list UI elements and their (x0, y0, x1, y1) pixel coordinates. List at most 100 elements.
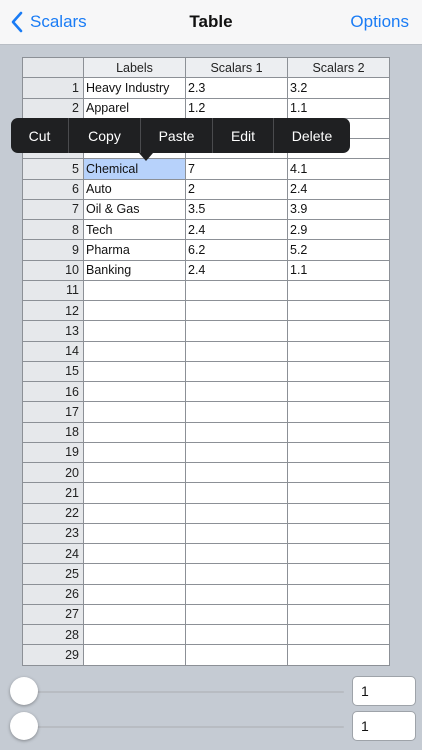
row-number[interactable]: 23 (22, 522, 84, 545)
table-cell[interactable] (185, 299, 288, 322)
table-cell[interactable]: 5.2 (287, 239, 390, 261)
column-header[interactable]: Scalars 1 (185, 56, 288, 79)
table-cell[interactable] (185, 583, 288, 605)
table-cell[interactable] (287, 644, 390, 666)
table-cell[interactable] (287, 522, 390, 545)
table-cell[interactable] (287, 482, 390, 504)
table-cell[interactable]: Auto (83, 178, 186, 200)
row-number[interactable]: 14 (22, 340, 84, 362)
table-cell[interactable]: 2 (185, 178, 288, 200)
slider-thumb[interactable] (10, 712, 38, 740)
table-cell[interactable]: 3.2 (287, 77, 390, 99)
row-number[interactable]: 18 (22, 421, 84, 443)
table-cell[interactable] (287, 441, 390, 464)
table-cell[interactable]: 4.1 (287, 158, 390, 180)
row-number[interactable]: 15 (22, 360, 84, 383)
table-cell[interactable] (185, 441, 288, 464)
row-number[interactable]: 21 (22, 482, 84, 504)
table-cell[interactable] (287, 279, 390, 302)
slider-value-field[interactable]: 1 (352, 711, 416, 741)
row-number[interactable]: 6 (22, 178, 84, 200)
table-cell[interactable] (83, 461, 186, 484)
table-cell[interactable] (185, 644, 288, 666)
table-cell[interactable]: 7 (185, 158, 288, 180)
table-cell[interactable] (287, 320, 390, 342)
table-cell[interactable] (83, 522, 186, 545)
table-cell[interactable] (287, 401, 390, 423)
table-cell[interactable]: 3.5 (185, 198, 288, 221)
row-number[interactable]: 22 (22, 502, 84, 524)
table-cell[interactable]: Tech (83, 218, 186, 241)
copy-menu-item[interactable]: Copy (68, 118, 140, 153)
table-cell[interactable]: Heavy Industry (83, 77, 186, 99)
table-cell[interactable]: 2.9 (287, 218, 390, 241)
edit-menu-item[interactable]: Edit (212, 118, 273, 153)
table-cell[interactable] (185, 522, 288, 545)
column-header[interactable]: Scalars 2 (287, 56, 390, 79)
row-number[interactable]: 11 (22, 279, 84, 302)
table-cell[interactable]: 2.3 (185, 77, 288, 99)
slider-track[interactable] (24, 691, 344, 693)
table-cell[interactable] (83, 542, 186, 565)
table-cell[interactable]: 2.4 (287, 178, 390, 200)
table-cell[interactable] (287, 583, 390, 605)
table-cell[interactable] (83, 299, 186, 322)
table-cell[interactable]: 2.4 (185, 259, 288, 281)
table-cell[interactable] (185, 542, 288, 565)
table-cell[interactable] (83, 644, 186, 666)
table-cell[interactable] (83, 502, 186, 524)
row-number[interactable]: 27 (22, 603, 84, 626)
row-number[interactable]: 2 (22, 97, 84, 119)
table-cell[interactable] (185, 502, 288, 524)
table-cell[interactable] (287, 340, 390, 362)
table-cell[interactable]: Chemical (83, 158, 186, 180)
table-cell[interactable] (287, 299, 390, 322)
row-number[interactable]: 8 (22, 218, 84, 241)
row-number[interactable]: 26 (22, 583, 84, 605)
table-cell[interactable]: 1.2 (185, 97, 288, 119)
row-number[interactable]: 17 (22, 401, 84, 423)
options-button[interactable]: Options (350, 12, 409, 32)
table-cell[interactable]: Oil & Gas (83, 198, 186, 221)
table-cell[interactable] (185, 623, 288, 646)
table-cell[interactable] (83, 583, 186, 605)
table-cell[interactable] (83, 421, 186, 443)
row-number[interactable]: 9 (22, 239, 84, 261)
row-number[interactable]: 7 (22, 198, 84, 221)
row-number[interactable]: 12 (22, 299, 84, 322)
table-cell[interactable]: Apparel (83, 97, 186, 119)
table-cell[interactable] (83, 482, 186, 504)
paste-menu-item[interactable]: Paste (140, 118, 212, 153)
table-cell[interactable] (185, 603, 288, 626)
column-header[interactable]: Labels (83, 56, 186, 79)
table-cell[interactable] (287, 603, 390, 626)
table-cell[interactable] (287, 380, 390, 403)
table-cell[interactable] (287, 360, 390, 383)
table-cell[interactable]: 3.9 (287, 198, 390, 221)
row-number[interactable]: 28 (22, 623, 84, 646)
table-cell[interactable] (185, 279, 288, 302)
table-cell[interactable] (287, 563, 390, 585)
table-cell[interactable] (83, 441, 186, 464)
table-cell[interactable] (287, 502, 390, 524)
table-cell[interactable] (185, 421, 288, 443)
row-number[interactable]: 10 (22, 259, 84, 281)
table-cell[interactable] (185, 401, 288, 423)
table-cell[interactable] (185, 482, 288, 504)
table-cell[interactable] (83, 340, 186, 362)
table-cell[interactable]: Banking (83, 259, 186, 281)
slider-track[interactable] (24, 726, 344, 728)
row-number[interactable]: 5 (22, 158, 84, 180)
table-cell[interactable] (185, 320, 288, 342)
table-cell[interactable] (83, 320, 186, 342)
table-cell[interactable] (287, 461, 390, 484)
table-cell[interactable] (185, 380, 288, 403)
table-cell[interactable] (83, 563, 186, 585)
row-number[interactable]: 29 (22, 644, 84, 666)
table-cell[interactable] (287, 421, 390, 443)
row-number[interactable]: 25 (22, 563, 84, 585)
table-cell[interactable] (287, 542, 390, 565)
slider-value-field[interactable]: 1 (352, 676, 416, 706)
table-cell[interactable]: Pharma (83, 239, 186, 261)
row-number[interactable]: 20 (22, 461, 84, 484)
